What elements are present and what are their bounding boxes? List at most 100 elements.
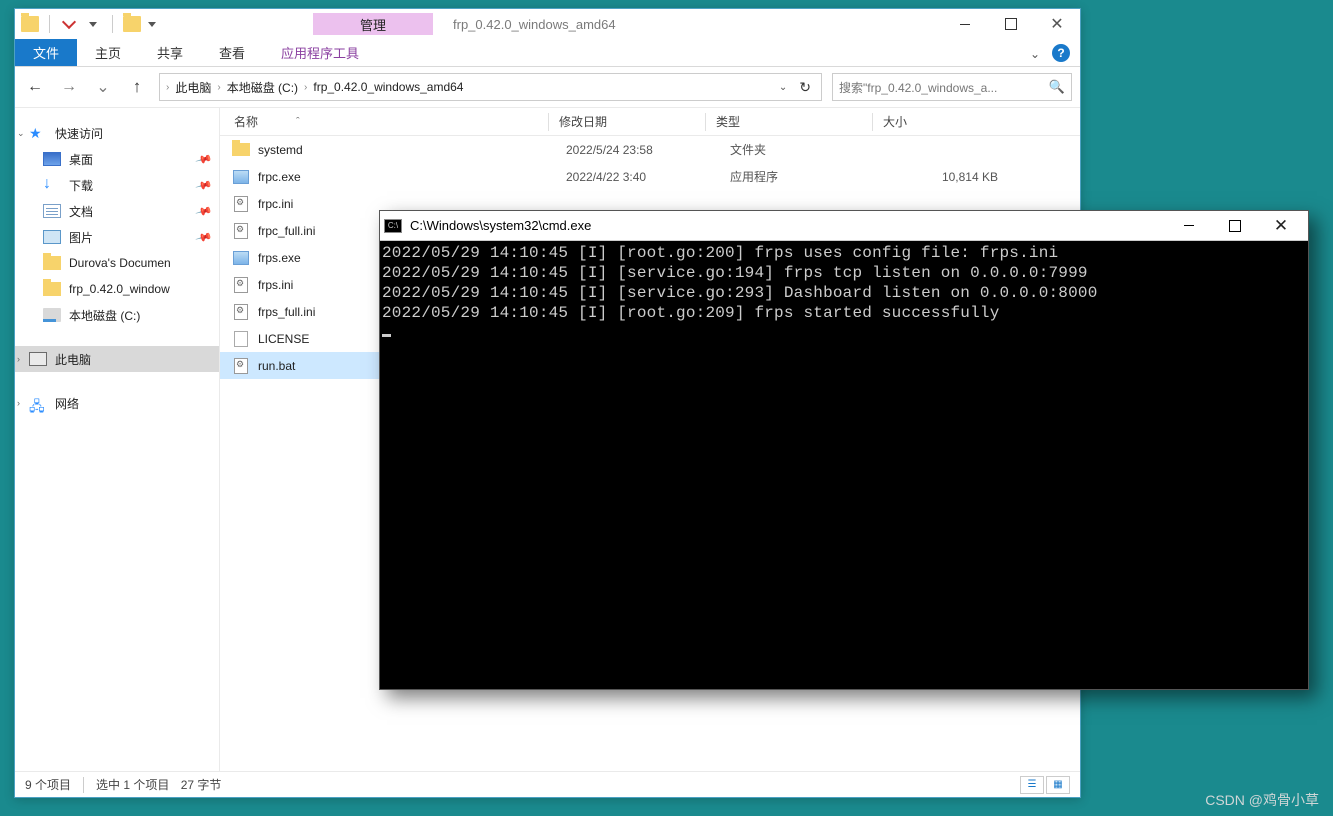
column-date[interactable]: 修改日期	[549, 113, 705, 130]
breadcrumb[interactable]: › 此电脑 › 本地磁盘 (C:) › frp_0.42.0_windows_a…	[159, 73, 822, 101]
refresh-icon[interactable]: ↻	[793, 79, 817, 96]
tab-share[interactable]: 共享	[139, 39, 201, 66]
ini-icon	[234, 223, 248, 239]
star-icon: ★	[29, 126, 47, 140]
tab-view[interactable]: 查看	[201, 39, 263, 66]
file-size: 10,814 KB	[894, 170, 1014, 184]
divider	[112, 15, 113, 33]
folder-icon	[232, 143, 250, 156]
chevron-right-icon[interactable]: ›	[166, 82, 169, 93]
file-row[interactable]: frpc.exe2022/4/22 3:40应用程序10,814 KB	[220, 163, 1080, 190]
nav-network[interactable]: › 🖧 网络	[15, 390, 219, 416]
crumb-thispc[interactable]: 此电脑	[171, 77, 215, 98]
maximize-button[interactable]	[1212, 212, 1258, 240]
folder-icon	[43, 256, 61, 270]
search-input[interactable]: 搜索"frp_0.42.0_windows_a... 🔍	[832, 73, 1072, 101]
nav-frp-folder[interactable]: frp_0.42.0_window	[15, 276, 219, 302]
desktop-icon	[43, 152, 61, 166]
navigation-pane[interactable]: ⌄ ★ 快速访问 桌面 📌 ↓ 下载 📌 文档 📌 图片	[15, 108, 220, 771]
title-bar[interactable]: 管理 frp_0.42.0_windows_amd64 ✕	[15, 9, 1080, 39]
nav-cdrive[interactable]: 本地磁盘 (C:)	[15, 302, 219, 328]
address-dropdown-icon[interactable]: ⌄	[775, 82, 791, 93]
tab-file[interactable]: 文件	[15, 39, 77, 66]
nav-downloads[interactable]: ↓ 下载 📌	[15, 172, 219, 198]
file-name: frpc.exe	[258, 170, 548, 184]
nav-label: 此电脑	[55, 351, 91, 368]
minimize-button[interactable]	[1166, 212, 1212, 240]
minimize-button[interactable]	[942, 10, 988, 38]
expand-icon[interactable]: ›	[17, 354, 20, 364]
nav-durova-folder[interactable]: Durova's Documen	[15, 250, 219, 276]
expand-icon[interactable]: ›	[17, 398, 20, 408]
crumb-cdrive[interactable]: 本地磁盘 (C:)	[223, 77, 302, 98]
expand-icon[interactable]: ⌄	[17, 128, 25, 139]
nav-documents[interactable]: 文档 📌	[15, 198, 219, 224]
nav-thispc[interactable]: › 此电脑	[15, 346, 219, 372]
manage-contextual-tab[interactable]: 管理	[313, 13, 433, 35]
app-folder-icon	[19, 13, 41, 35]
close-button[interactable]: ✕	[1258, 212, 1304, 240]
nav-label: 下载	[69, 177, 93, 194]
chevron-right-icon[interactable]: ›	[304, 82, 307, 93]
cmd-output[interactable]: 2022/05/29 14:10:45 [I] [root.go:200] fr…	[380, 241, 1308, 689]
help-icon[interactable]: ?	[1052, 44, 1070, 62]
watermark: CSDN @鸡骨小草	[1205, 790, 1319, 810]
nav-label: 本地磁盘 (C:)	[69, 307, 140, 324]
column-headers[interactable]: 名称 ˆ 修改日期 类型 大小	[220, 108, 1080, 136]
tab-home[interactable]: 主页	[77, 39, 139, 66]
view-icons-button[interactable]: ▦	[1046, 776, 1070, 794]
ini-icon	[234, 277, 248, 293]
network-icon: 🖧	[29, 396, 47, 410]
search-placeholder: 搜索"frp_0.42.0_windows_a...	[839, 79, 997, 96]
pin-icon: 📌	[195, 202, 213, 220]
cmd-title-bar[interactable]: C:\ C:\Windows\system32\cmd.exe ✕	[380, 211, 1308, 241]
nav-desktop[interactable]: 桌面 📌	[15, 146, 219, 172]
maximize-button[interactable]	[988, 10, 1034, 38]
ribbon-expand-icon[interactable]: ⌄	[1030, 47, 1040, 61]
document-icon	[43, 204, 61, 218]
file-name: frpc.ini	[258, 197, 548, 211]
chevron-right-icon[interactable]: ›	[217, 82, 220, 93]
window-title: frp_0.42.0_windows_amd64	[453, 17, 616, 32]
cursor	[382, 334, 391, 337]
pictures-icon	[43, 230, 61, 244]
file-row[interactable]: systemd2022/5/24 23:58文件夹	[220, 136, 1080, 163]
nav-label: 桌面	[69, 151, 93, 168]
cmd-window: C:\ C:\Windows\system32\cmd.exe ✕ 2022/0…	[379, 210, 1309, 690]
forward-button[interactable]: →	[57, 75, 81, 99]
status-bytes: 27 字节	[181, 776, 222, 793]
view-details-button[interactable]: ☰	[1020, 776, 1044, 794]
txt-icon	[234, 331, 248, 347]
recent-locations-icon[interactable]: ⌄	[91, 75, 115, 99]
ini-icon	[234, 304, 248, 320]
column-name[interactable]: 名称 ˆ	[224, 113, 548, 130]
cmd-title-text: C:\Windows\system32\cmd.exe	[410, 218, 591, 233]
sort-indicator-icon: ˆ	[296, 116, 300, 128]
nav-pictures[interactable]: 图片 📌	[15, 224, 219, 250]
status-selected: 选中 1 个项目	[96, 776, 169, 793]
column-type[interactable]: 类型	[706, 113, 872, 130]
qat-customize-icon[interactable]	[145, 13, 159, 35]
ini-icon	[234, 196, 248, 212]
search-icon[interactable]: 🔍	[1049, 79, 1065, 95]
back-button[interactable]: ←	[23, 75, 47, 99]
download-icon: ↓	[43, 178, 61, 192]
qat-dropdown-icon[interactable]	[82, 13, 104, 35]
divider	[49, 15, 50, 33]
pin-icon: 📌	[195, 150, 213, 168]
column-size[interactable]: 大小	[873, 113, 993, 130]
tab-app-tools[interactable]: 应用程序工具	[263, 39, 377, 66]
pin-icon: 📌	[195, 228, 213, 246]
exe-icon	[233, 251, 249, 265]
qat-properties-icon[interactable]	[58, 13, 80, 35]
crumb-folder[interactable]: frp_0.42.0_windows_amd64	[309, 78, 467, 96]
status-bar: 9 个项目 选中 1 个项目 27 字节 ☰ ▦	[15, 771, 1080, 797]
nav-quick-access[interactable]: ⌄ ★ 快速访问	[15, 120, 219, 146]
bat-icon	[234, 358, 248, 374]
nav-label: 网络	[55, 395, 79, 412]
close-button[interactable]: ✕	[1034, 10, 1080, 38]
nav-label: 文档	[69, 203, 93, 220]
qat-new-folder-icon[interactable]	[121, 13, 143, 35]
up-button[interactable]: ↑	[125, 75, 149, 99]
file-date: 2022/5/24 23:58	[556, 143, 712, 157]
